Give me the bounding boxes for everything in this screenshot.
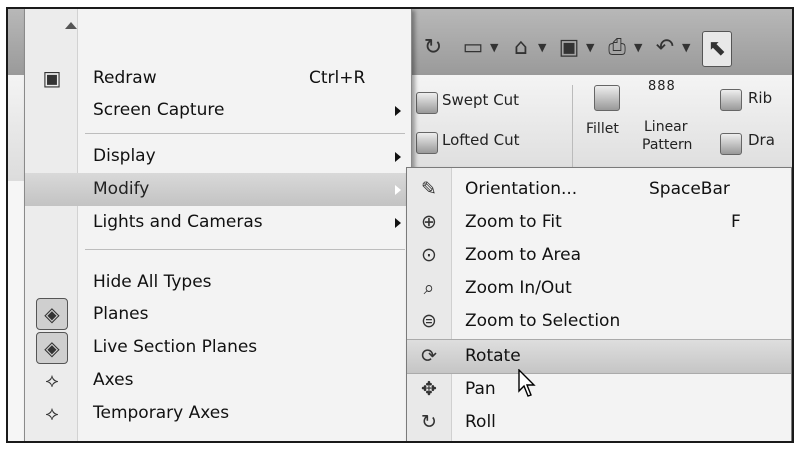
submenu-item-label: Zoom to Selection (465, 311, 621, 331)
undo-icon[interactable]: ↶ (652, 31, 678, 65)
ribbon-divider (572, 85, 573, 175)
submenu-arrow-icon (395, 152, 401, 162)
lofted-cut-button[interactable]: Lofted Cut (442, 131, 520, 149)
menu-item-label: Axes (93, 370, 134, 390)
submenu-item-roll[interactable]: ↻ Roll (407, 406, 791, 439)
swept-cut-button[interactable]: Swept Cut (442, 91, 519, 109)
menu-item-display[interactable]: Display (25, 140, 411, 173)
submenu-item-label: Rotate (465, 346, 521, 366)
draft-button[interactable]: Dra (748, 131, 775, 149)
submenu-item-shortcut: SpaceBar (649, 179, 730, 199)
fillet-button[interactable]: Fillet (586, 121, 619, 137)
swept-cut-icon (416, 92, 438, 114)
submenu-arrow-icon (395, 106, 401, 116)
view-menu: ▣ Redraw Ctrl+R Screen Capture Display M… (24, 9, 412, 441)
submenu-item-label: Pan (465, 379, 496, 399)
menu-item-temporary-axes[interactable]: ⟡ Temporary Axes (25, 397, 411, 430)
rib-icon (720, 89, 742, 111)
live-section-planes-icon: ◈ (36, 332, 68, 364)
redraw-icon: ▣ (42, 66, 62, 90)
draft-icon (720, 133, 742, 155)
save-icon[interactable]: ▣ (556, 31, 582, 65)
chevron-down-icon[interactable]: ▼ (682, 41, 690, 54)
menu-item-axes[interactable]: ⟡ Axes (25, 364, 411, 397)
lofted-cut-icon (416, 132, 438, 154)
menu-item-label: Live Section Planes (93, 337, 258, 357)
chevron-down-icon[interactable]: ▼ (490, 41, 498, 54)
menu-item-label: Temporary Axes (93, 403, 230, 423)
rotate-icon: ⟳ (421, 345, 437, 367)
menu-item-redraw[interactable]: ▣ Redraw Ctrl+R (25, 62, 411, 95)
axes-icon: ⟡ (45, 368, 59, 392)
menu-separator (85, 133, 405, 134)
rebuild-icon[interactable]: ↻ (420, 31, 446, 65)
submenu-item-shortcut: F (731, 212, 741, 232)
menu-item-label: Planes (93, 304, 149, 324)
zoom-to-area-icon: ⊙ (421, 244, 437, 266)
linear-pattern-icon: 888 (648, 79, 676, 94)
linear-pattern-label-1[interactable]: Linear (644, 119, 688, 135)
pan-icon: ✥ (421, 378, 437, 400)
menu-item-label: Display (93, 146, 156, 166)
menu-separator (85, 249, 405, 250)
chevron-down-icon[interactable]: ▼ (586, 41, 594, 54)
menu-item-hide-all-types[interactable]: Hide All Types (25, 266, 411, 299)
chevron-down-icon[interactable]: ▼ (538, 41, 546, 54)
zoom-to-fit-icon: ⊕ (421, 211, 437, 233)
rib-button[interactable]: Rib (748, 89, 772, 107)
menu-item-live-section-planes[interactable]: ◈ Live Section Planes (25, 331, 411, 364)
open-icon[interactable]: ⌂ (508, 31, 534, 65)
submenu-item-label: Orientation... (465, 179, 578, 199)
menu-item-modify[interactable]: Modify (25, 173, 411, 206)
menu-item-label: Screen Capture (93, 100, 225, 120)
submenu-arrow-icon (395, 218, 401, 228)
submenu-item-label: Zoom In/Out (465, 278, 572, 298)
scroll-up-icon[interactable] (65, 22, 77, 29)
submenu-item-label: Zoom to Fit (465, 212, 562, 232)
orientation-icon: ✎ (421, 178, 437, 200)
planes-icon: ◈ (36, 298, 68, 330)
submenu-item-pan[interactable]: ✥ Pan (407, 373, 791, 406)
submenu-item-orientation[interactable]: ✎ Orientation... SpaceBar (407, 173, 791, 206)
submenu-item-zoom-in-out[interactable]: ⌕ Zoom In/Out (407, 272, 791, 305)
submenu-arrow-icon (395, 185, 401, 195)
menu-item-label: Hide All Types (93, 272, 212, 292)
submenu-item-zoom-to-fit[interactable]: ⊕ Zoom to Fit F (407, 206, 791, 239)
submenu-item-label: Roll (465, 412, 496, 432)
fillet-icon (594, 85, 620, 111)
submenu-item-zoom-to-area[interactable]: ⊙ Zoom to Area (407, 239, 791, 272)
zoom-to-selection-icon: ⊜ (421, 310, 437, 332)
menu-item-lights-and-cameras[interactable]: Lights and Cameras (25, 206, 411, 239)
menu-item-label: Lights and Cameras (93, 212, 263, 232)
print-icon[interactable]: ⎙ (604, 31, 630, 65)
submenu-item-zoom-to-selection[interactable]: ⊜ Zoom to Selection (407, 305, 791, 338)
chevron-down-icon[interactable]: ▼ (634, 41, 642, 54)
temporary-axes-icon: ⟡ (45, 401, 59, 425)
select-icon[interactable]: ⬉ (702, 31, 732, 67)
linear-pattern-label-2[interactable]: Pattern (642, 137, 692, 153)
mouse-cursor-icon (518, 369, 536, 397)
menu-item-label: Redraw (93, 68, 157, 88)
menu-item-screen-capture[interactable]: Screen Capture (25, 94, 411, 127)
modify-submenu: ✎ Orientation... SpaceBar ⊕ Zoom to Fit … (406, 167, 792, 441)
submenu-item-rotate[interactable]: ⟳ Rotate (407, 339, 791, 374)
zoom-in-out-icon: ⌕ (423, 277, 435, 299)
submenu-item-label: Zoom to Area (465, 245, 582, 265)
menu-item-label: Modify (93, 179, 150, 199)
screenshot-frame: ↻ ▭ ▼ ⌂ ▼ ▣ ▼ ⎙ ▼ ↶ ▼ ⬉ Swept Cut Lofted… (6, 7, 794, 443)
menu-item-shortcut: Ctrl+R (309, 68, 366, 88)
roll-icon: ↻ (421, 411, 437, 433)
new-document-icon[interactable]: ▭ (460, 31, 486, 65)
menu-item-planes[interactable]: ◈ Planes (25, 298, 411, 331)
